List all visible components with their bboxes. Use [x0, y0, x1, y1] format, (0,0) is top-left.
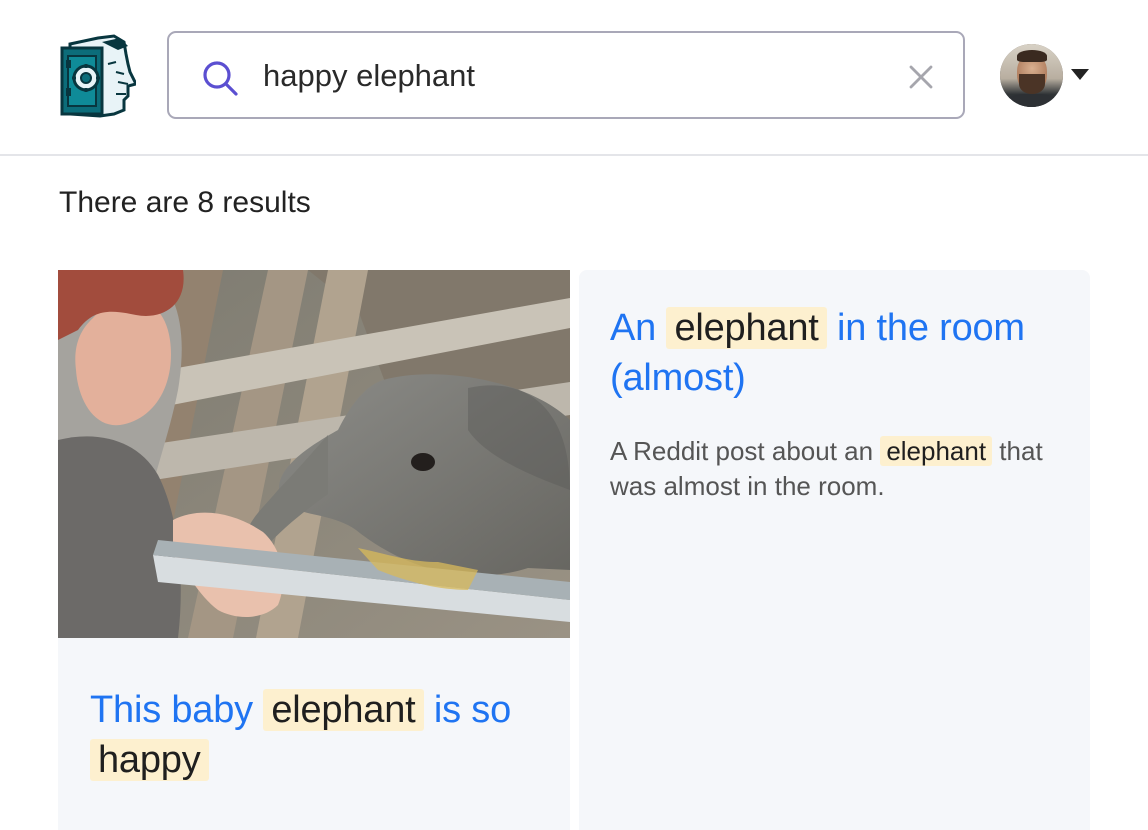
result-description: A Reddit post about an elephant that was…: [610, 434, 1065, 504]
search-icon: [203, 61, 238, 96]
results-summary: There are 8 results: [59, 186, 311, 219]
brain-vault-logo-icon: [60, 34, 139, 118]
highlight-term: elephant: [666, 307, 827, 349]
highlight-term: happy: [90, 739, 209, 781]
avatar-shirt: [1004, 94, 1060, 107]
description-text: A Reddit post about an: [610, 436, 881, 466]
search-bar: [167, 31, 965, 119]
caret-down-icon[interactable]: [1071, 69, 1089, 80]
close-icon[interactable]: [907, 63, 935, 91]
baby-elephant-photo[interactable]: [58, 270, 570, 638]
app-header: [0, 0, 1148, 156]
user-avatar[interactable]: [1000, 44, 1063, 107]
title-text: is so: [423, 689, 512, 731]
highlight-term: elephant: [263, 689, 424, 731]
title-text: This baby: [90, 689, 264, 731]
app-logo[interactable]: [58, 34, 139, 118]
result-title[interactable]: An elephant in the room (almost): [610, 303, 1065, 403]
result-title[interactable]: This baby elephant is so happy: [90, 685, 550, 785]
result-card[interactable]: An elephant in the room (almost) A Reddi…: [579, 270, 1090, 830]
title-text: An: [610, 307, 667, 349]
avatar-beard: [1019, 74, 1045, 94]
highlight-term: elephant: [880, 436, 993, 466]
avatar-hair: [1017, 50, 1047, 62]
result-card[interactable]: This baby elephant is so happy: [58, 270, 570, 830]
search-input[interactable]: [263, 51, 863, 101]
